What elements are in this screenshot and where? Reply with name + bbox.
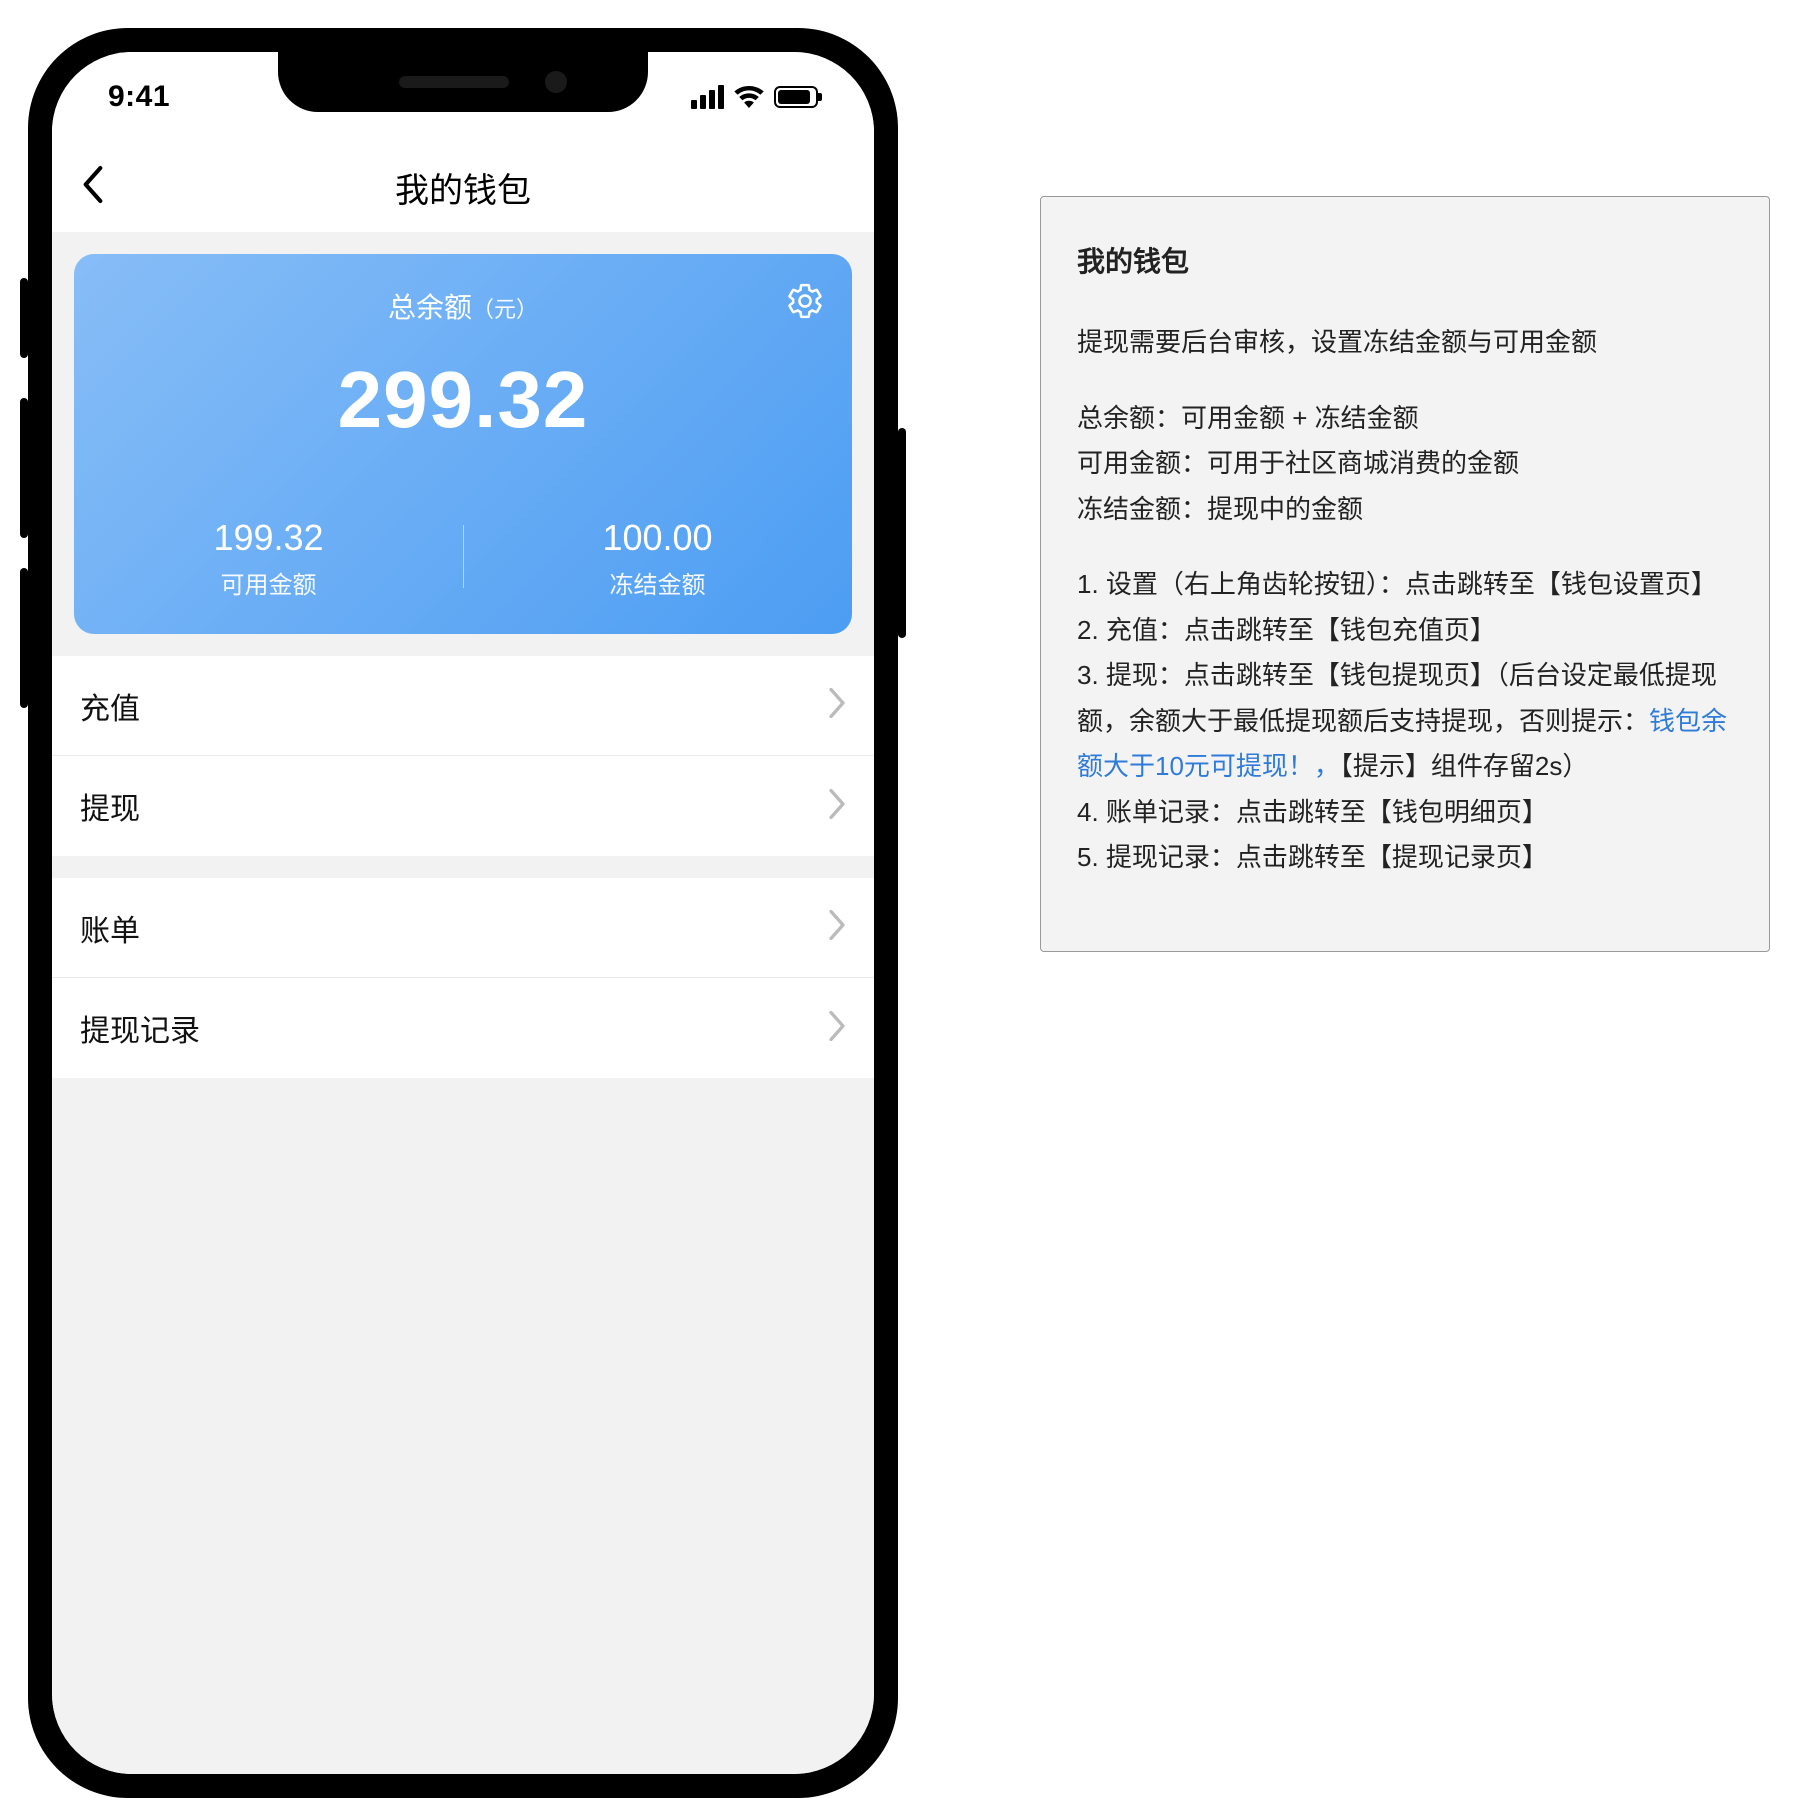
phone-screen: 9:41 我的钱包 总余额（元） [52, 52, 874, 1774]
annotation-defs: 总余额：可用金额 + 冻结金额 可用金额：可用于社区商城消费的金额 冻结金额：提… [1077, 396, 1733, 533]
frozen-col: 100.00 冻结金额 [463, 517, 852, 600]
menu-withdraw[interactable]: 提现 [52, 756, 874, 856]
page-title: 我的钱包 [395, 163, 531, 212]
total-label-text: 总余额 [388, 292, 472, 323]
chevron-right-icon [828, 1011, 846, 1046]
phone-vol-down [20, 568, 28, 708]
status-time: 9:41 [108, 80, 170, 114]
annotation-def: 总余额：可用金额 + 冻结金额 [1077, 396, 1733, 442]
phone-frame: 9:41 我的钱包 总余额（元） [28, 28, 898, 1798]
frozen-label: 冻结金额 [610, 565, 706, 600]
available-label: 可用金额 [221, 565, 317, 600]
nav-bar: 我的钱包 [52, 142, 874, 232]
balance-card: 总余额（元） 299.32 199.32 可用金额 100.0 [74, 254, 852, 634]
menu-label: 提现记录 [80, 1006, 828, 1050]
gear-icon [786, 282, 824, 320]
annotation-title: 我的钱包 [1077, 237, 1733, 286]
available-value: 199.32 [213, 517, 323, 559]
annotation-def: 可用金额：可用于社区商城消费的金额 [1077, 441, 1733, 487]
phone-notch [278, 52, 648, 112]
phone-vol-up [20, 398, 28, 538]
annotation-step-1: 1. 设置（右上角齿轮按钮）：点击跳转至【钱包设置页】 [1077, 562, 1733, 608]
menu-label: 账单 [80, 906, 828, 950]
annotation-step-4: 4. 账单记录：点击跳转至【钱包明细页】 [1077, 790, 1733, 836]
notch-camera [545, 71, 567, 93]
annotation-desc: 提现需要后台审核，设置冻结金额与可用金额 [1077, 320, 1733, 366]
annotation-def: 冻结金额：提现中的金额 [1077, 487, 1733, 533]
annotation-step-5: 5. 提现记录：点击跳转至【提现记录页】 [1077, 835, 1733, 881]
status-right [691, 85, 818, 109]
notch-speaker [399, 76, 509, 88]
total-unit: （元） [472, 297, 538, 322]
chevron-right-icon [828, 910, 846, 945]
back-button[interactable] [82, 166, 104, 209]
available-col: 199.32 可用金额 [74, 517, 463, 600]
battery-icon [774, 86, 818, 108]
phone-power [898, 428, 906, 638]
frozen-value: 100.00 [602, 517, 712, 559]
menu-group-2: 账单 提现记录 [52, 878, 874, 1078]
menu-label: 充值 [80, 684, 828, 728]
annotation-steps: 1. 设置（右上角齿轮按钮）：点击跳转至【钱包设置页】 2. 充值：点击跳转至【… [1077, 562, 1733, 881]
content: 总余额（元） 299.32 199.32 可用金额 100.0 [52, 232, 874, 1774]
annotation-step-2: 2. 充值：点击跳转至【钱包充值页】 [1077, 608, 1733, 654]
phone-mute-switch [20, 278, 28, 358]
menu-withdraw-records[interactable]: 提现记录 [52, 978, 874, 1078]
step-3-pre: 3. 提现：点击跳转至【钱包提现页】（后台设定最低提现额，余额大于最低提现额后支… [1077, 660, 1717, 736]
annotation-panel: 我的钱包 提现需要后台审核，设置冻结金额与可用金额 总余额：可用金额 + 冻结金… [1040, 196, 1770, 952]
annotation-step-3: 3. 提现：点击跳转至【钱包提现页】（后台设定最低提现额，余额大于最低提现额后支… [1077, 653, 1733, 790]
menu-group-1: 充值 提现 [52, 656, 874, 856]
chevron-right-icon [828, 688, 846, 723]
menu-label: 提现 [80, 784, 828, 828]
step-3-post: 【提示】组件存留2s） [1340, 751, 1588, 781]
menu-bills[interactable]: 账单 [52, 878, 874, 978]
total-balance: 299.32 [74, 354, 852, 446]
cellular-icon [691, 85, 724, 109]
settings-button[interactable] [786, 282, 824, 325]
wifi-icon [734, 86, 764, 108]
chevron-right-icon [828, 789, 846, 824]
total-label: 总余额（元） [388, 286, 538, 326]
menu-recharge[interactable]: 充值 [52, 656, 874, 756]
